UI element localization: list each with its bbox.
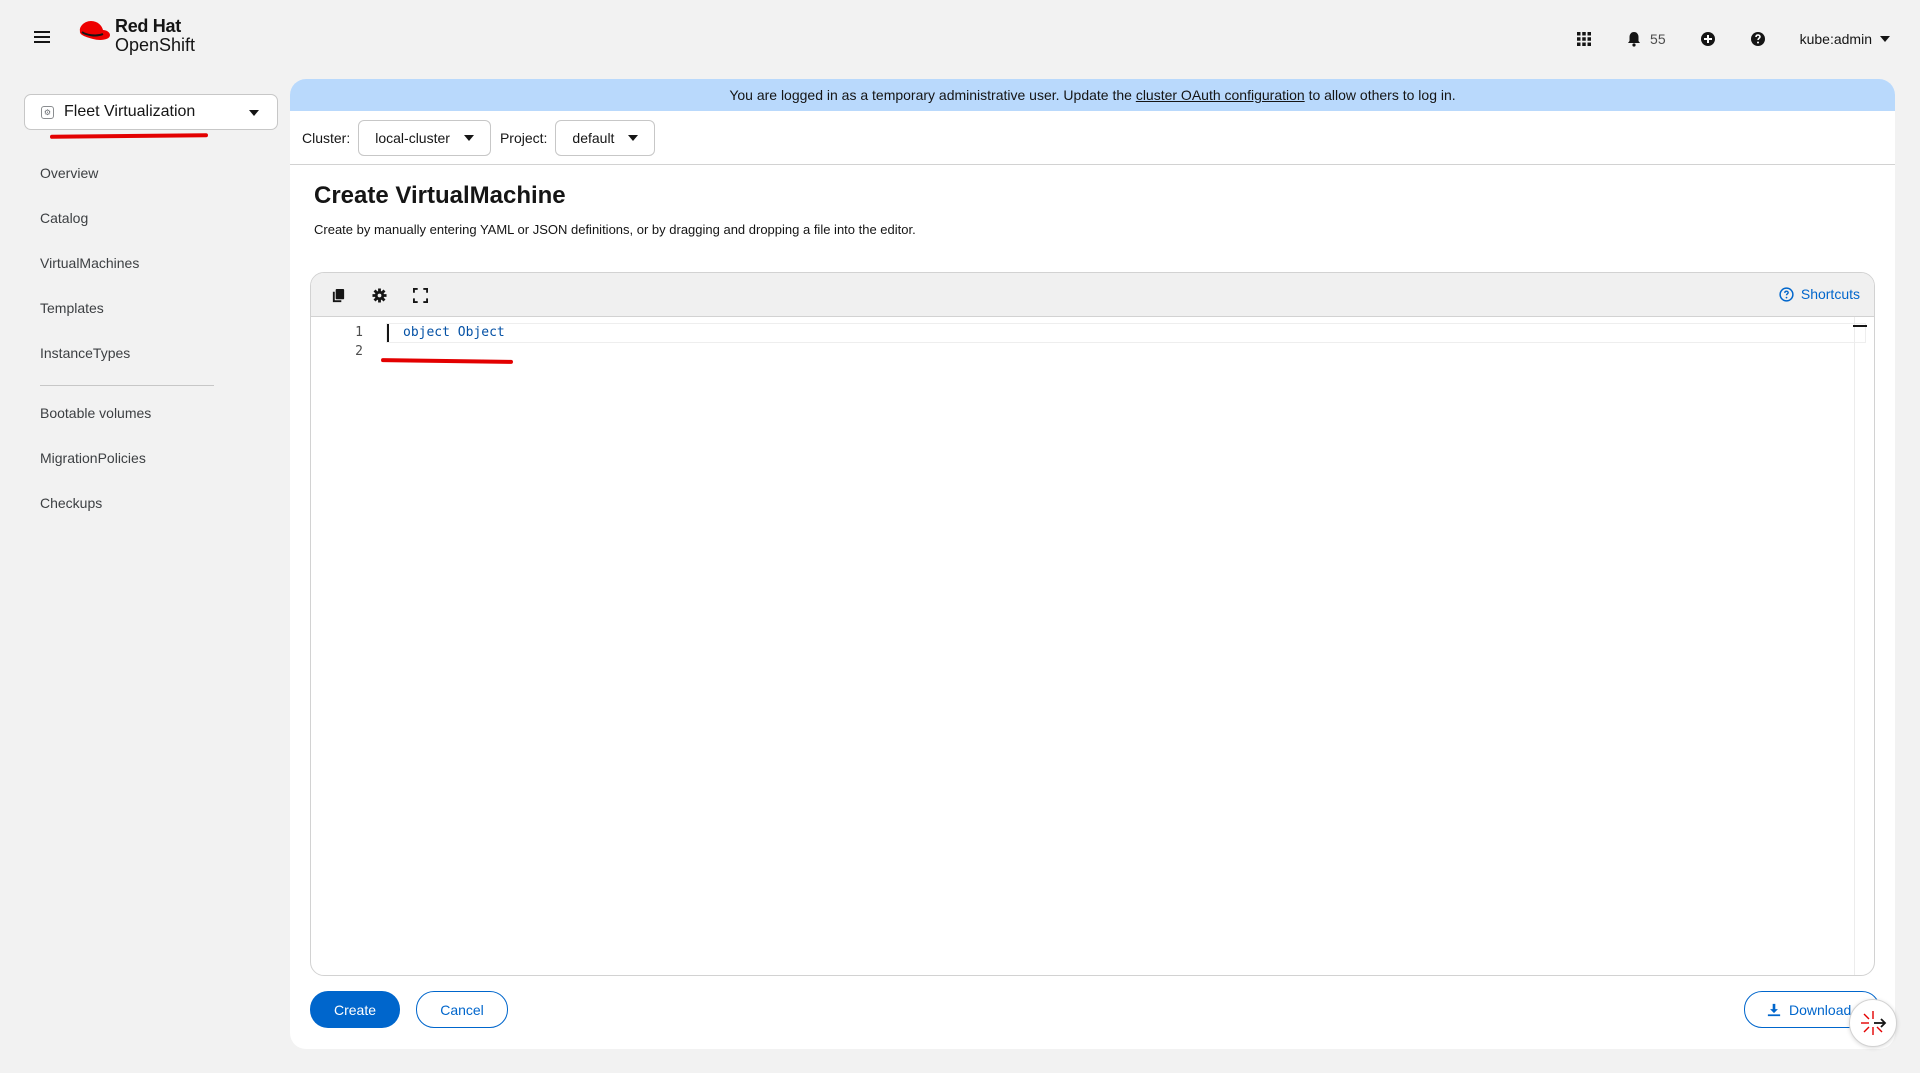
main-content: You are logged in as a temporary adminis…: [290, 79, 1895, 1049]
quick-create-button[interactable]: [1700, 31, 1716, 47]
editor-scrollbar[interactable]: [1853, 317, 1874, 975]
current-line-highlight: [386, 323, 1866, 343]
cluster-dropdown[interactable]: local-cluster: [358, 119, 491, 156]
code-line-1[interactable]: object Object: [403, 325, 505, 340]
app-launcher-button[interactable]: [1576, 31, 1592, 47]
annotation-underline: [49, 133, 209, 139]
perspective-icon: ⚙: [41, 105, 54, 119]
help-button[interactable]: [1750, 31, 1766, 47]
temporary-admin-banner: You are logged in as a temporary adminis…: [290, 79, 1895, 111]
perspective-label: Fleet Virtualization: [64, 103, 196, 120]
sidebar-nav: Overview Catalog VirtualMachines Templat…: [24, 160, 244, 535]
context-selectors: Cluster: local-cluster Project: default: [290, 111, 1895, 165]
line-number: 2: [355, 344, 363, 359]
perspective-switcher[interactable]: ⚙ Fleet Virtualization: [24, 94, 278, 130]
cancel-button[interactable]: Cancel: [416, 991, 508, 1028]
caret-down-icon: [628, 134, 639, 141]
masthead: Red Hat OpenShift 55 kube:admin: [0, 0, 1920, 78]
project-label: Project:: [499, 129, 548, 146]
copy-icon: [332, 288, 344, 302]
settings-button[interactable]: [370, 286, 388, 304]
sidebar-item-bootable-volumes[interactable]: Bootable volumes: [24, 400, 244, 445]
download-label: Download: [1789, 1001, 1852, 1018]
sidebar-item-overview[interactable]: Overview: [24, 160, 244, 205]
brand-logo[interactable]: Red Hat OpenShift: [76, 17, 195, 55]
shortcuts-label: Shortcuts: [1800, 286, 1860, 302]
line-number: 1: [355, 325, 363, 340]
gear-icon: [371, 287, 387, 303]
page-description: Create by manually entering YAML or JSON…: [314, 222, 916, 237]
download-icon: [1767, 1003, 1781, 1016]
notifications-button[interactable]: 55: [1626, 31, 1666, 47]
editor-body[interactable]: 1 2 object Object: [311, 317, 1874, 975]
plus-circle-icon: [1700, 32, 1715, 46]
sidebar-item-catalog[interactable]: Catalog: [24, 205, 244, 250]
question-circle-icon: [1779, 286, 1794, 302]
editor-toolbar: Shortcuts: [311, 273, 1874, 317]
nav-divider: [40, 385, 214, 386]
fullscreen-button[interactable]: [411, 286, 429, 304]
sidebar-item-templates[interactable]: Templates: [24, 295, 244, 340]
help-icon: [1750, 32, 1765, 46]
copy-button[interactable]: [329, 286, 347, 304]
sidebar-item-checkups[interactable]: Checkups: [24, 490, 244, 535]
annotation-underline: [380, 358, 514, 364]
text-cursor: [387, 324, 389, 342]
project-dropdown[interactable]: default: [555, 119, 656, 156]
user-name: kube:admin: [1799, 31, 1872, 47]
product-name: OpenShift: [115, 35, 196, 55]
project-value: default: [572, 129, 615, 146]
scrollbar-marker: [1853, 325, 1867, 327]
banner-text-before: You are logged in as a temporary adminis…: [729, 87, 1136, 103]
user-menu[interactable]: kube:admin: [1800, 31, 1890, 47]
oauth-config-link[interactable]: cluster OAuth configuration: [1136, 87, 1305, 103]
yaml-editor[interactable]: Shortcuts 1 2 object Object: [310, 272, 1875, 976]
hamburger-icon[interactable]: [34, 31, 50, 45]
caret-down-icon: [249, 110, 259, 116]
page-title: Create VirtualMachine: [314, 182, 566, 209]
sidebar-item-instancetypes[interactable]: InstanceTypes: [24, 340, 244, 385]
banner-text-after: to allow others to log in.: [1304, 87, 1456, 103]
cluster-label: Cluster:: [302, 129, 351, 146]
sidebar-item-virtualmachines[interactable]: VirtualMachines: [24, 250, 244, 295]
lightspeed-button[interactable]: [1849, 999, 1897, 1047]
redhat-logo-icon: [79, 21, 110, 40]
cluster-value: local-cluster: [375, 129, 450, 146]
app-launcher-icon: [1577, 32, 1592, 46]
caret-down-icon: [463, 134, 474, 141]
create-button[interactable]: Create: [310, 991, 400, 1028]
notifications-count: 55: [1650, 31, 1666, 47]
brand-name: Red Hat: [115, 16, 181, 36]
shortcuts-button[interactable]: Shortcuts: [1779, 286, 1860, 302]
bell-icon: [1628, 32, 1641, 47]
caret-down-icon: [1880, 36, 1890, 42]
sidebar-item-migrationpolicies[interactable]: MigrationPolicies: [24, 445, 244, 490]
lightspeed-icon: [1861, 1011, 1887, 1035]
expand-icon: [412, 287, 428, 303]
